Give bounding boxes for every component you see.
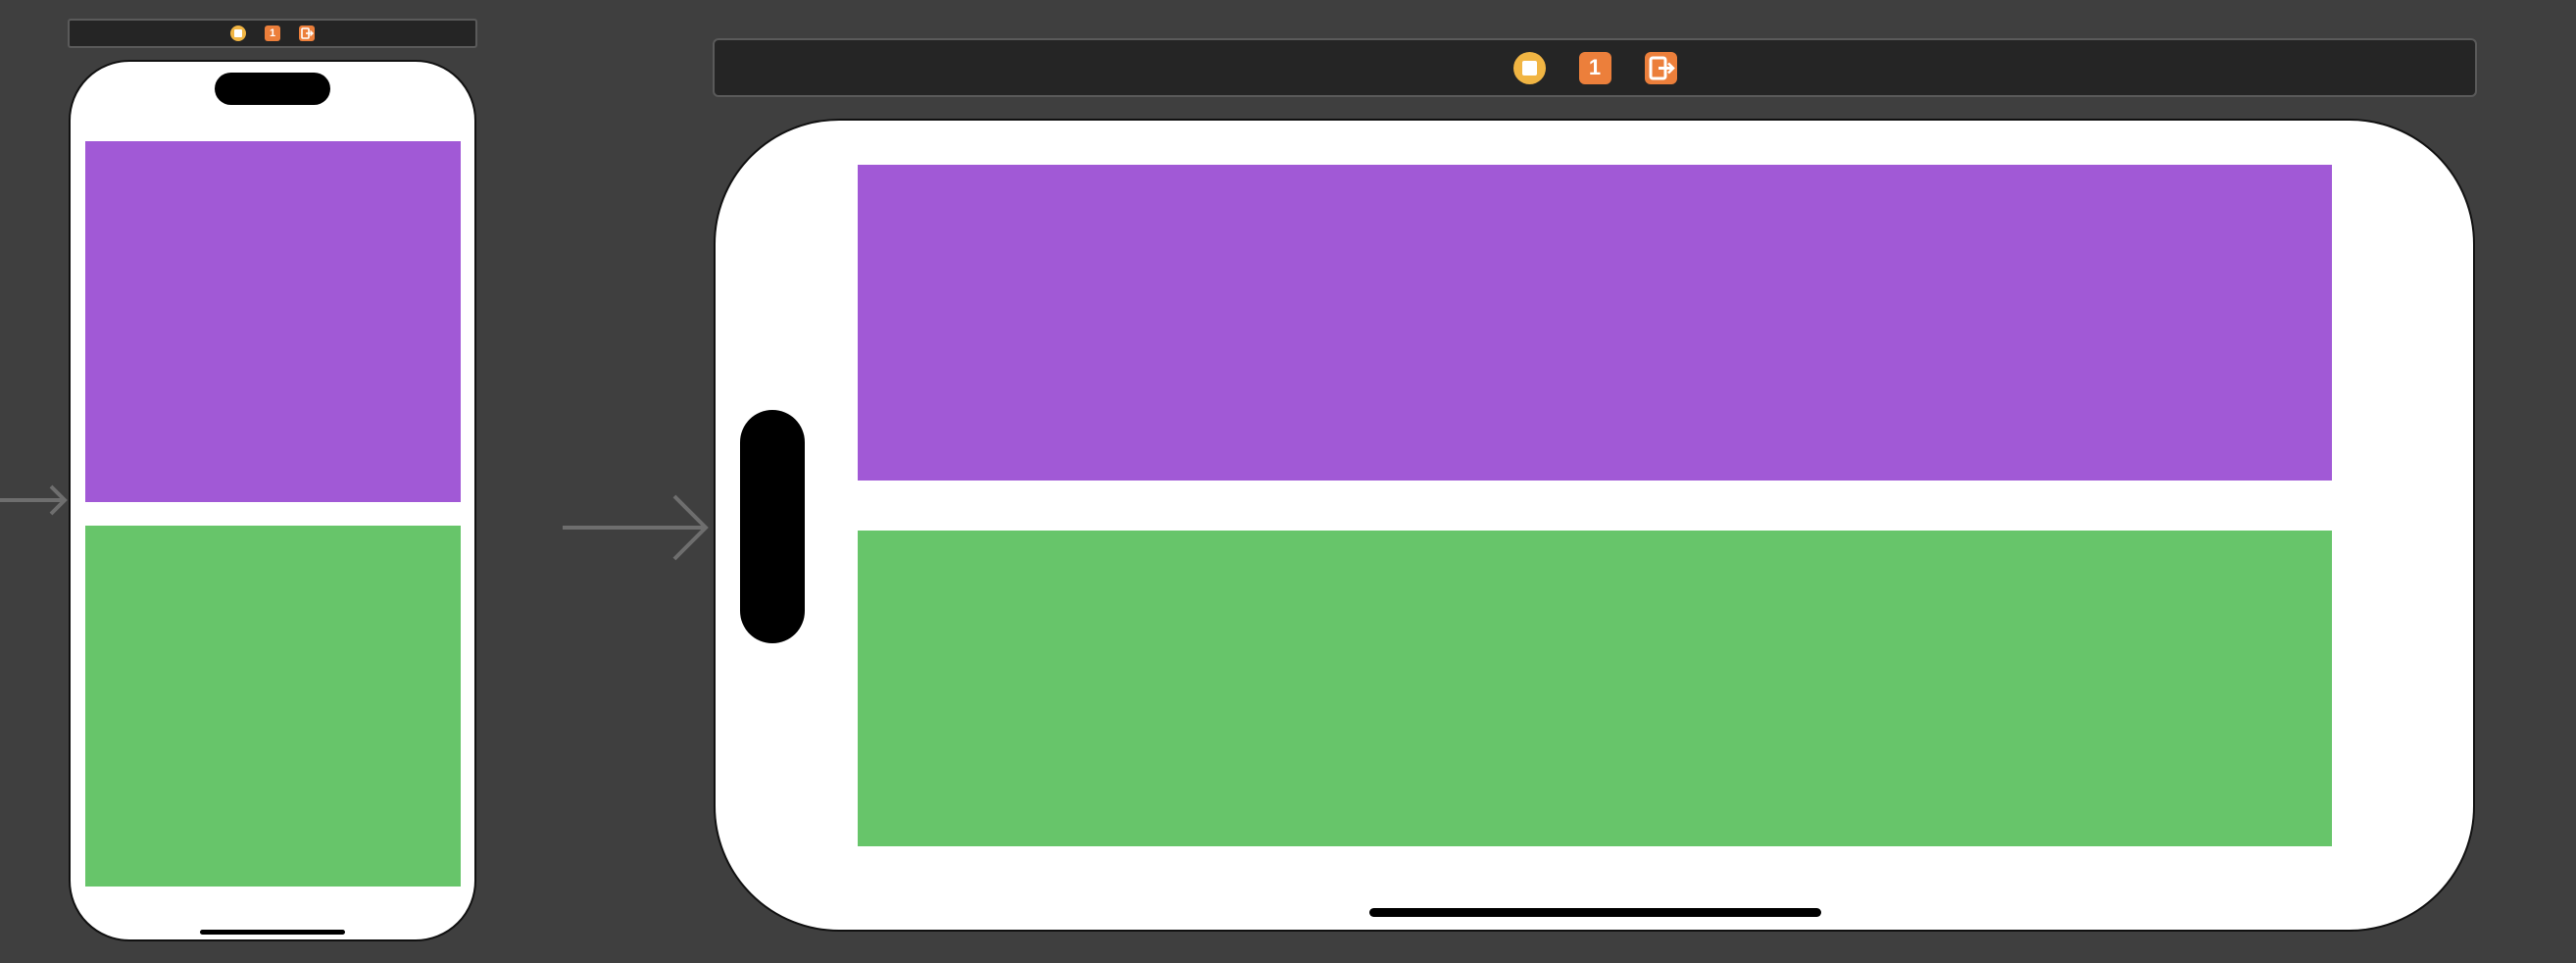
scene-dock-portrait[interactable]: 1	[68, 19, 477, 48]
iphone-portrait-canvas[interactable]	[69, 60, 476, 941]
iphone-landscape-canvas[interactable]	[714, 119, 2475, 932]
exit-icon[interactable]	[1644, 51, 1677, 84]
storyboard-canvas[interactable]: 1 1	[0, 0, 2576, 963]
green-view[interactable]	[85, 526, 461, 887]
dynamic-island	[215, 73, 330, 105]
purple-view[interactable]	[858, 165, 2332, 481]
green-view[interactable]	[858, 531, 2332, 846]
first-responder-icon[interactable]: 1	[1578, 51, 1611, 84]
entry-point-arrow[interactable]	[0, 481, 71, 520]
dynamic-island	[740, 410, 805, 643]
home-indicator	[1369, 908, 1821, 917]
home-indicator	[200, 930, 345, 935]
segue-arrow[interactable]	[561, 490, 710, 565]
view-controller-icon[interactable]	[230, 25, 246, 41]
first-responder-icon[interactable]: 1	[265, 25, 280, 41]
view-controller-icon[interactable]	[1512, 51, 1546, 84]
purple-view[interactable]	[85, 141, 461, 502]
exit-icon[interactable]	[299, 25, 315, 41]
scene-dock-landscape[interactable]: 1	[713, 38, 2477, 97]
